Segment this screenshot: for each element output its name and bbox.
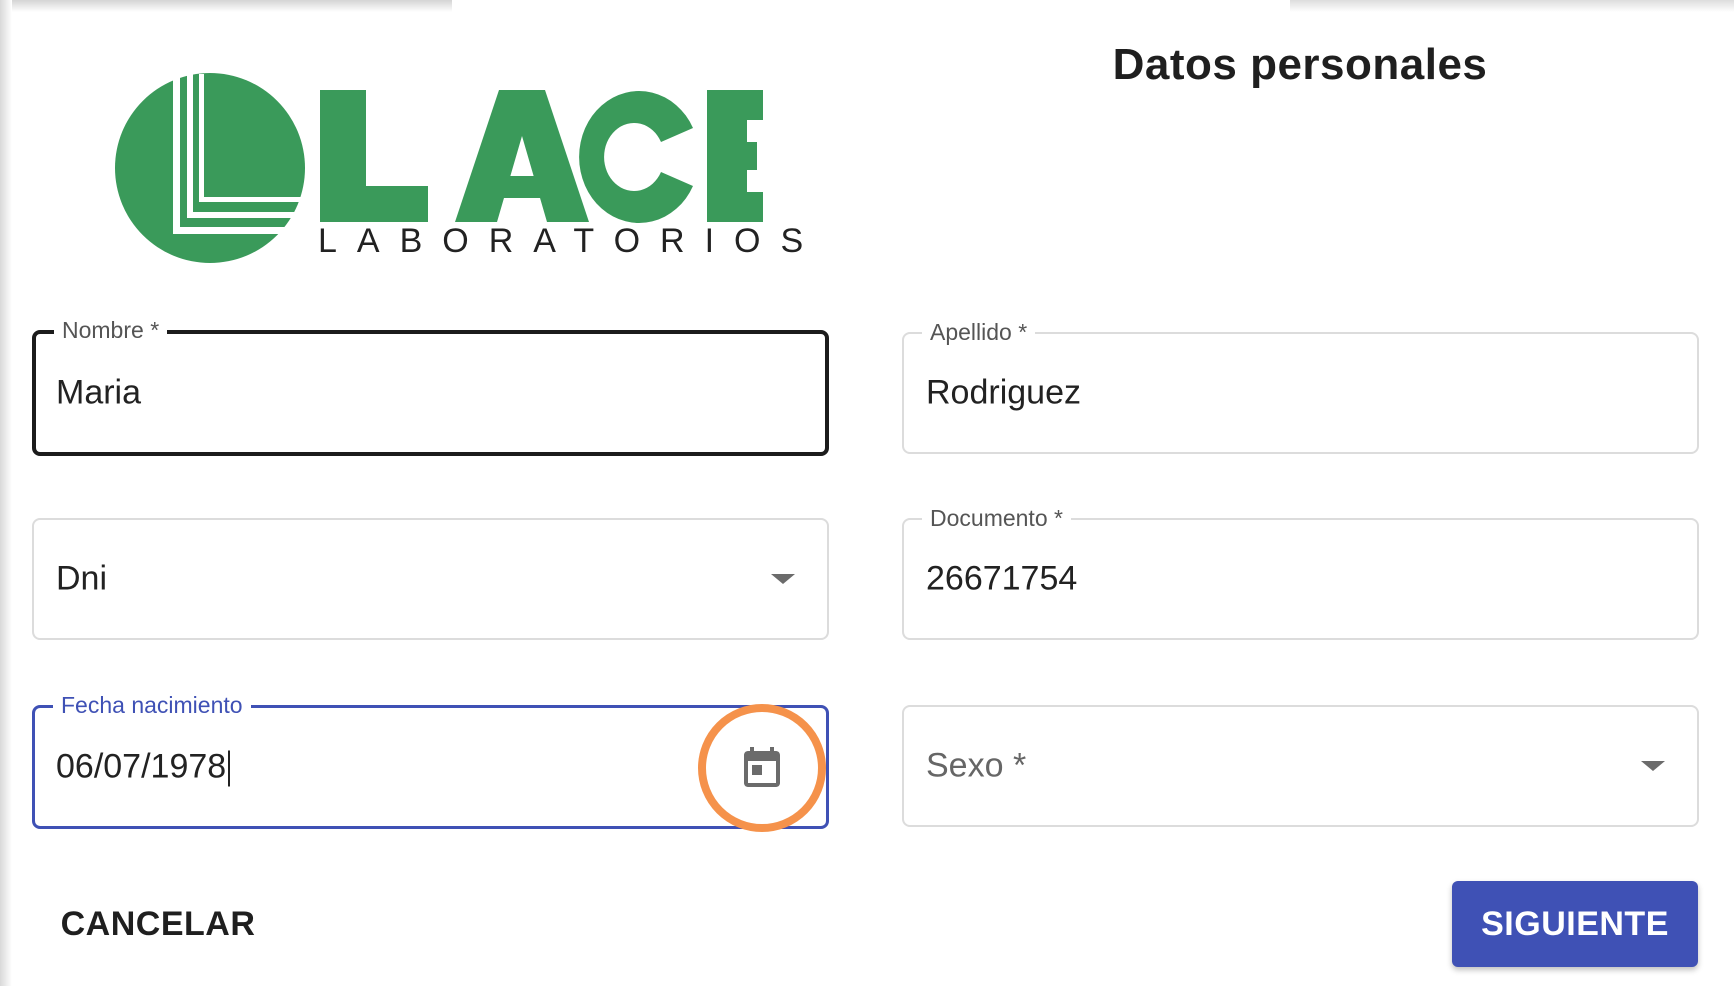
chevron-down-icon[interactable] <box>1641 761 1665 771</box>
documento-field[interactable]: Documento * 26671754 <box>902 503 1699 640</box>
text-cursor <box>228 750 231 787</box>
documento-value: 26671754 <box>926 559 1078 598</box>
tipo-documento-value: Dni <box>56 559 108 598</box>
nombre-value: Maria <box>56 373 142 412</box>
sexo-select[interactable]: Sexo * <box>902 705 1699 827</box>
dialog-shadow-top <box>12 0 452 12</box>
sexo-placeholder: Sexo * <box>926 746 1027 785</box>
apellido-value: Rodriguez <box>926 373 1081 412</box>
logo-subtitle: LABORATORIOS <box>318 222 824 260</box>
dialog: LABORATORIOS Datos personales Nombre * M… <box>0 0 1734 986</box>
dialog-shadow-left <box>0 0 12 986</box>
apellido-field[interactable]: Apellido * Rodriguez <box>902 317 1699 454</box>
page-title: Datos personales <box>1112 40 1488 89</box>
documento-label: Documento * <box>922 503 1071 533</box>
dialog-shadow-top-right <box>1290 0 1734 12</box>
chevron-down-icon[interactable] <box>771 574 795 584</box>
tipo-documento-select[interactable]: Dni <box>32 518 829 640</box>
nombre-label: Nombre * <box>54 315 168 345</box>
apellido-label: Apellido * <box>922 317 1036 347</box>
fecha-nacimiento-value-wrap: 06/07/1978 <box>56 747 231 787</box>
fecha-nacimiento-value: 06/07/1978 <box>56 747 227 786</box>
next-button[interactable]: SIGUIENTE <box>1452 881 1698 967</box>
fecha-nacimiento-label: Fecha nacimiento <box>53 690 251 720</box>
fecha-nacimiento-field[interactable]: Fecha nacimiento 06/07/1978 <box>32 690 829 829</box>
cancel-button[interactable]: CANCELAR <box>48 888 268 960</box>
nombre-field[interactable]: Nombre * Maria <box>32 315 829 456</box>
calendar-icon[interactable] <box>738 743 786 791</box>
